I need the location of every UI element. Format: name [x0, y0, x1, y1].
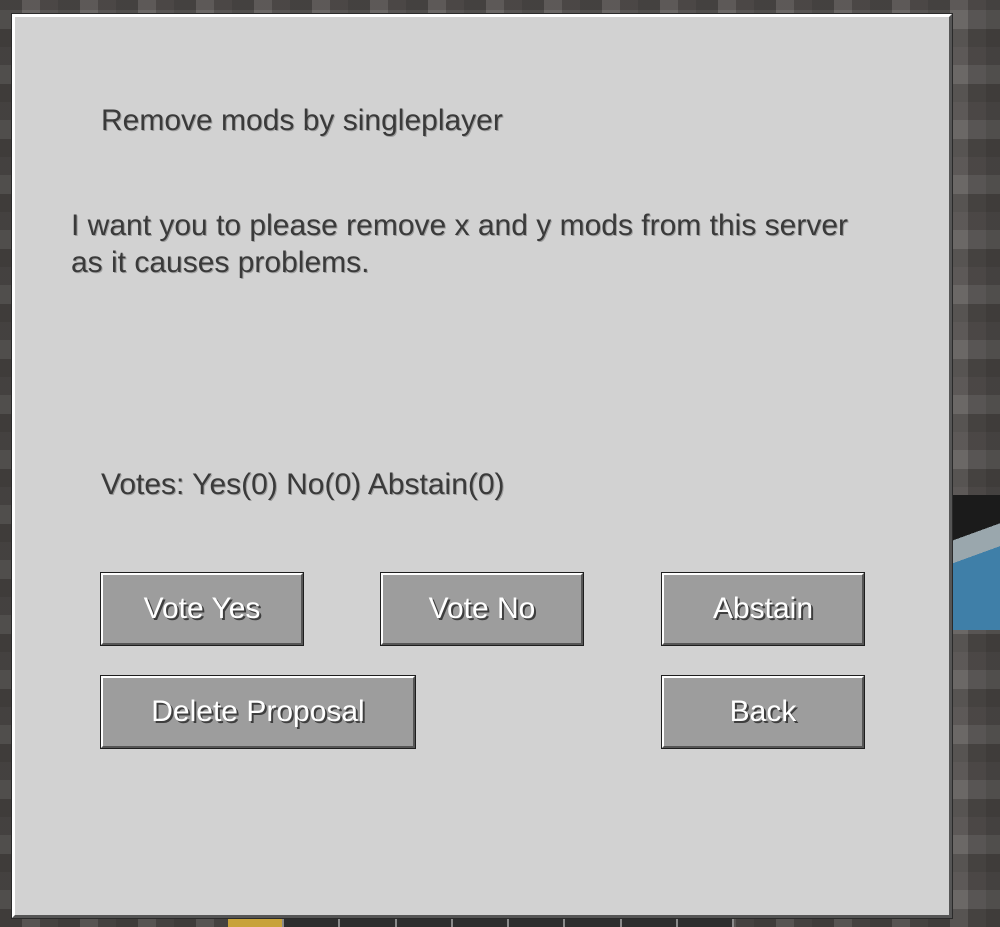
abstain-button[interactable]: Abstain [661, 572, 865, 646]
hotbar-slot [228, 919, 285, 927]
vote-no-button[interactable]: Vote No [380, 572, 584, 646]
proposal-description: I want you to please remove x and y mods… [71, 209, 848, 279]
hotbar-slot [396, 919, 453, 927]
hotbar-slot [284, 919, 341, 927]
vote-yes-button[interactable]: Vote Yes [100, 572, 304, 646]
proposal-title: Remove mods by singleplayer [101, 104, 503, 137]
hotbar [228, 917, 734, 927]
hotbar-slot [621, 919, 678, 927]
hotbar-slot [677, 919, 734, 927]
proposal-dialog: Remove mods by singleplayer I want you t… [11, 13, 953, 919]
background-game-scene [952, 495, 1000, 630]
hotbar-slot [509, 919, 566, 927]
hotbar-slot [452, 919, 510, 927]
hotbar-slot [565, 919, 622, 927]
hotbar-slot [340, 919, 397, 927]
delete-proposal-button[interactable]: Delete Proposal [100, 675, 416, 749]
vote-tally: Votes: Yes(0) No(0) Abstain(0) [101, 468, 505, 501]
back-button[interactable]: Back [661, 675, 865, 749]
